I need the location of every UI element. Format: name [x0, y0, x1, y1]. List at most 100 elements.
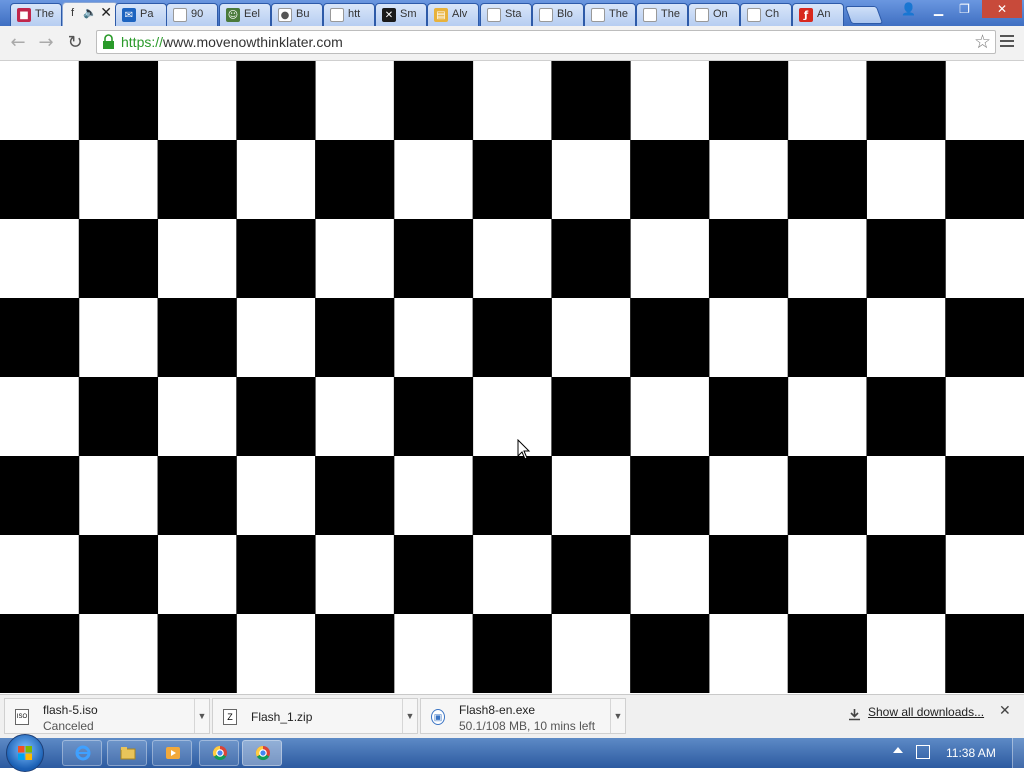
board-square-dark — [945, 298, 1024, 377]
restore-button[interactable]: ❐ — [951, 0, 978, 18]
user-icon[interactable]: 👤 — [895, 0, 922, 18]
taskbar-internet-explorer[interactable] — [62, 740, 102, 766]
board-square-dark — [630, 614, 710, 693]
board-square-dark — [866, 61, 946, 140]
board-square-dark — [315, 456, 395, 535]
windows-taskbar: 11:38 AM — [0, 734, 1024, 772]
board-square-dark — [787, 140, 867, 219]
download-item[interactable]: ▣ Flash8-en.exe 50.1/108 MB, 10 mins lef… — [420, 698, 626, 734]
file-icon: ISO — [15, 709, 29, 725]
tab-1[interactable]: f 🔈 ✕ — [62, 2, 118, 26]
board-square-dark — [236, 61, 316, 140]
tray-expand-icon[interactable] — [893, 747, 903, 753]
tab-4[interactable]: ☺ Eel — [219, 3, 271, 26]
tab-2[interactable]: ✉ Pa — [115, 3, 167, 26]
tab-5[interactable]: ● Bu — [271, 3, 323, 26]
download-item[interactable]: ISO flash-5.iso Canceled ▼ — [4, 698, 210, 734]
download-menu-chevron-icon[interactable]: ▼ — [610, 699, 625, 733]
show-desktop-button[interactable] — [1012, 738, 1024, 768]
tab-title: The — [35, 8, 54, 20]
download-status: Canceled — [43, 719, 94, 733]
tab-13[interactable]: On — [688, 3, 740, 26]
download-menu-chevron-icon[interactable]: ▼ — [402, 699, 417, 733]
board-square-dark — [78, 219, 159, 298]
board-square-dark — [945, 614, 1024, 693]
board-square-dark — [157, 456, 237, 535]
taskbar-chrome[interactable] — [199, 740, 239, 766]
tab-favicon-icon — [173, 8, 187, 22]
board-square-dark — [945, 140, 1024, 219]
board-square-dark — [708, 61, 789, 140]
tab-10[interactable]: Blo — [532, 3, 584, 26]
show-all-downloads-link[interactable]: Show all downloads... — [868, 705, 984, 719]
tab-6[interactable]: htt — [323, 3, 375, 26]
new-tab-button[interactable] — [844, 6, 884, 24]
download-menu-chevron-icon[interactable]: ▼ — [194, 699, 209, 733]
tab-title: The — [609, 8, 628, 20]
media-player-icon — [166, 747, 180, 759]
download-filename: flash-5.iso — [43, 703, 98, 717]
taskbar-file-explorer[interactable] — [107, 740, 147, 766]
board-square-dark — [472, 298, 552, 377]
tab-12[interactable]: The — [636, 3, 688, 26]
board-square-dark — [157, 140, 237, 219]
reload-button[interactable]: ↻ — [63, 31, 87, 55]
board-square-dark — [236, 219, 316, 298]
internet-explorer-icon — [75, 745, 91, 761]
close-tab-icon[interactable]: ✕ — [100, 5, 112, 21]
page-content[interactable] — [0, 61, 1024, 694]
tab-title: 90 — [191, 8, 204, 20]
download-filename: Flash8-en.exe — [459, 703, 536, 717]
tab-favicon-icon: ▤ — [434, 8, 448, 22]
board-square-dark — [0, 614, 80, 693]
audio-playing-icon[interactable]: 🔈 — [83, 6, 97, 19]
close-window-button[interactable]: ✕ — [982, 0, 1022, 18]
tab-15[interactable]: ƒ An — [792, 3, 844, 26]
board-square-dark — [551, 219, 631, 298]
network-icon[interactable] — [916, 745, 930, 759]
board-square-dark — [393, 61, 474, 140]
clock[interactable]: 11:38 AM — [946, 746, 996, 760]
taskbar-media-player[interactable] — [152, 740, 192, 766]
tab-0[interactable]: ■ The — [10, 3, 62, 26]
chrome-icon — [255, 745, 270, 761]
start-button[interactable] — [6, 734, 44, 772]
close-shelf-icon[interactable]: ✕ — [999, 703, 1011, 719]
tab-title: Blo — [557, 8, 573, 20]
mouse-cursor-icon — [517, 439, 531, 460]
tab-11[interactable]: The — [584, 3, 636, 26]
board-square-dark — [630, 298, 710, 377]
checkerboard — [0, 61, 1024, 693]
address-bar[interactable]: https://www.movenowthinklater.com ☆ — [96, 30, 996, 54]
download-item[interactable]: Z Flash_1.zip ▼ — [212, 698, 418, 734]
board-square-dark — [551, 377, 631, 456]
board-square-dark — [0, 298, 80, 377]
tab-favicon-icon — [643, 8, 657, 22]
forward-button[interactable]: → — [34, 31, 58, 55]
bookmark-star-icon[interactable]: ☆ — [974, 31, 991, 53]
tab-favicon-icon — [487, 8, 501, 22]
board-square-dark — [866, 219, 946, 298]
tab-favicon-icon — [591, 8, 605, 22]
board-square-dark — [315, 614, 395, 693]
board-square-dark — [78, 377, 159, 456]
board-square-dark — [472, 614, 552, 693]
back-button[interactable]: ← — [6, 31, 30, 55]
menu-icon[interactable] — [1000, 35, 1014, 50]
tab-8[interactable]: ▤ Alv — [427, 3, 479, 26]
board-square-dark — [315, 298, 395, 377]
tab-14[interactable]: Ch — [740, 3, 792, 26]
tab-7[interactable]: ✕ Sm — [375, 3, 427, 26]
tab-title: Pa — [140, 8, 154, 20]
board-square-dark — [236, 535, 316, 614]
tab-favicon-icon: ✕ — [382, 8, 396, 22]
board-square-dark — [551, 535, 631, 614]
board-square-dark — [866, 535, 946, 614]
tab-9[interactable]: Sta — [480, 3, 532, 26]
download-filename: Flash_1.zip — [251, 710, 313, 724]
minimize-button[interactable]: ▁ — [925, 0, 952, 18]
board-square-dark — [78, 535, 159, 614]
chrome-icon — [212, 745, 227, 761]
taskbar-chrome-active[interactable] — [242, 740, 282, 766]
tab-3[interactable]: 90 — [166, 3, 218, 26]
